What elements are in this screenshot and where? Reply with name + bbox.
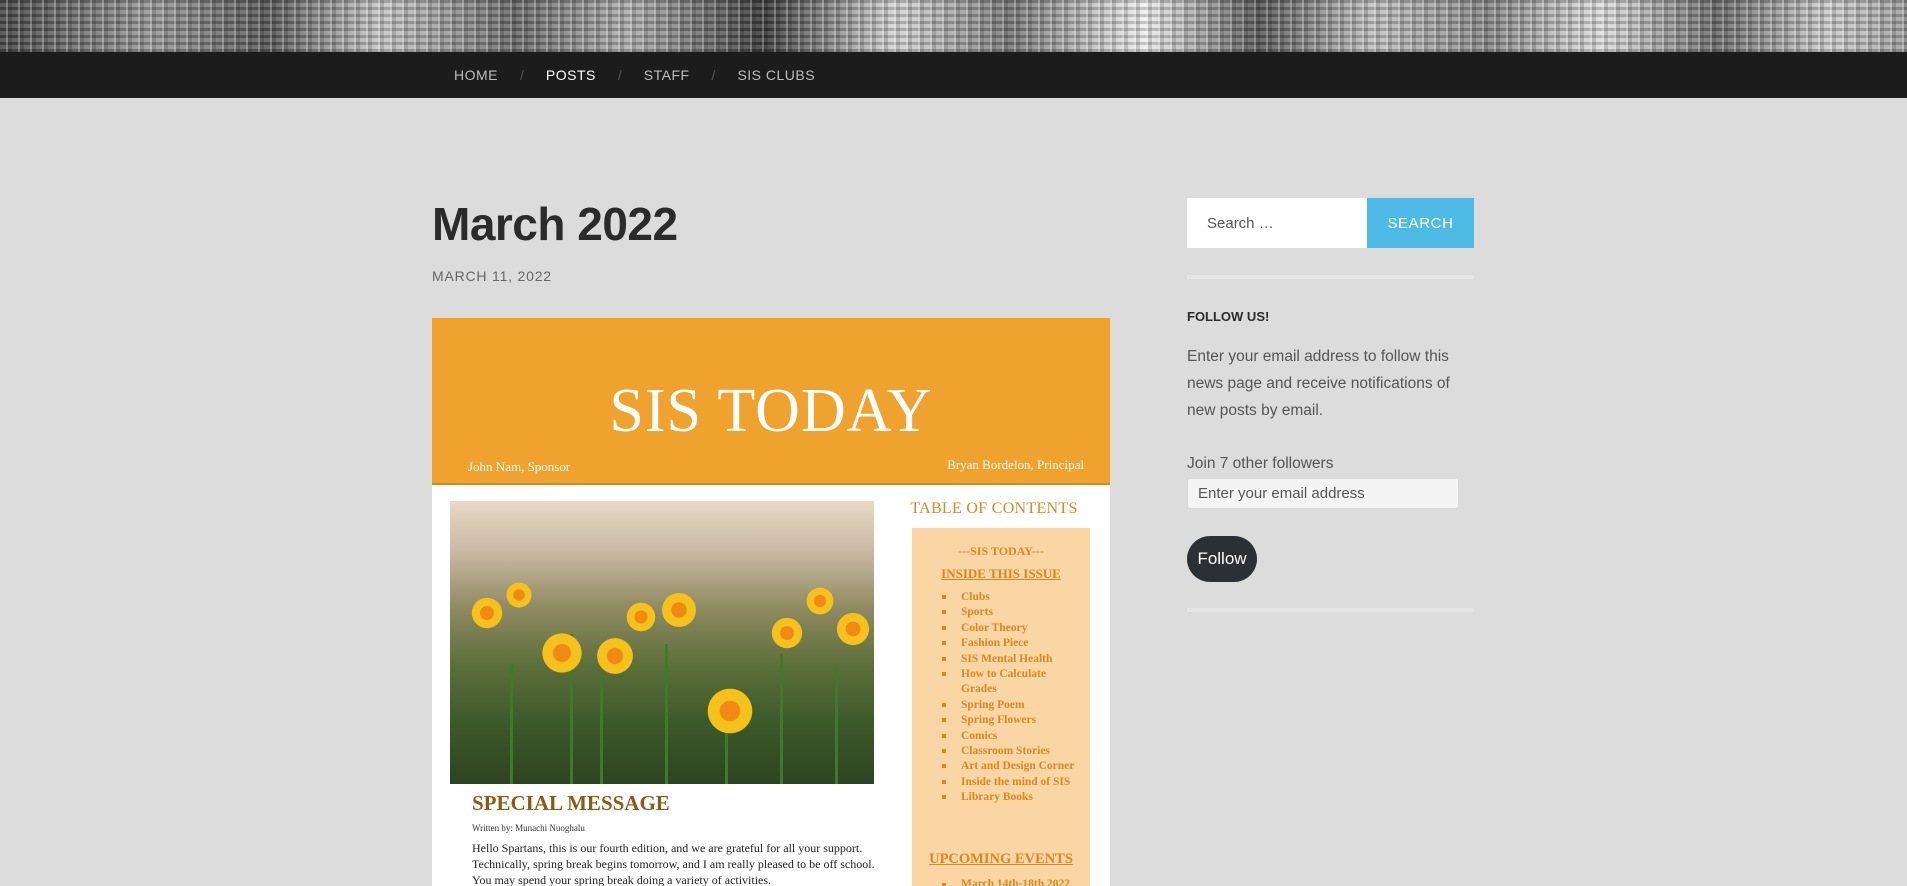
newsletter-title: SIS TODAY [609,377,933,445]
toc-item: Clubs [942,590,1082,605]
followers-count: Join 7 other followers [1187,455,1334,472]
upcoming-event-item: March 14th-18th 2022 [942,878,1070,886]
primary-nav: HOME / POSTS / STAFF / SIS CLUBS [454,52,815,98]
toc-item: Comics [942,729,1082,744]
nav-item-staff[interactable]: STAFF [644,67,690,83]
newsletter-section-heading: SPECIAL MESSAGE [472,791,670,815]
search-input[interactable] [1187,198,1367,248]
toc-item: Art and Design Corner [942,759,1082,774]
nav-item-sis-clubs[interactable]: SIS CLUBS [737,67,815,83]
newsletter-byline: Written by: Munachi Nuoghalu [472,823,585,833]
email-field[interactable] [1187,478,1459,509]
toc-heading: TABLE OF CONTENTS [910,500,1078,517]
newsletter-header: SIS TODAY John Nam, Sponsor Bryan Bordel… [432,318,1110,485]
daffodils-photo [450,501,874,784]
sidebar-divider [1187,608,1474,612]
post-date[interactable]: MARCH 11, 2022 [432,268,552,284]
toc-item: Spring Flowers [942,713,1082,728]
toc-item: SIS Mental Health [942,652,1082,667]
newsletter-image[interactable]: SIS TODAY John Nam, Sponsor Bryan Bordel… [432,318,1110,886]
post-title[interactable]: March 2022 [432,197,678,251]
main-navbar: HOME / POSTS / STAFF / SIS CLUBS [0,52,1907,98]
toc-item: Sports [942,605,1082,620]
follow-widget-title: FOLLOW US! [1187,309,1270,324]
newsletter-principal: Bryan Bordelon, Principal [947,457,1084,472]
toc-list: Clubs Sports Color Theory Fashion Piece … [942,590,1082,806]
header-banner-image [0,0,1907,52]
toc-item: Classroom Stories [942,744,1082,759]
nav-separator: / [617,67,622,83]
toc-item: Color Theory [942,621,1082,636]
search-button[interactable]: SEARCH [1367,198,1474,248]
nav-item-home[interactable]: HOME [454,67,498,83]
toc-item: Spring Poem [942,698,1082,713]
newsletter-sponsor: John Nam, Sponsor [468,459,571,474]
nav-item-posts[interactable]: POSTS [546,67,596,83]
toc-item: Library Books [942,790,1082,805]
toc-inside-heading: INSIDE THIS ISSUE [941,566,1061,581]
toc-subtitle: ---SIS TODAY--- [958,544,1044,558]
toc-item: Inside the mind of SIS [942,775,1082,790]
toc-item: Fashion Piece [942,636,1082,651]
follow-widget-description: Enter your email address to follow this … [1187,348,1450,419]
newsletter-body-text: Hello Spartans, this is our fourth editi… [472,841,875,886]
upcoming-events-heading: UPCOMING EVENTS [929,851,1073,867]
nav-separator: / [711,67,716,83]
follow-button[interactable]: Follow [1187,536,1257,582]
toc-item: How to Calculate Grades [942,667,1082,698]
toc-box: ---SIS TODAY--- INSIDE THIS ISSUE Clubs … [912,528,1090,886]
nav-separator: / [520,67,524,83]
sidebar-divider [1187,275,1474,279]
